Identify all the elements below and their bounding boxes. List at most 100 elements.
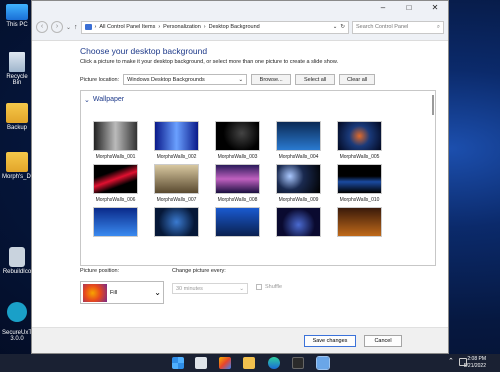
wallpaper-tile[interactable] <box>153 207 200 240</box>
desktop-icon-rebuild[interactable]: RebuildIco <box>2 247 32 275</box>
wallpaper-tile[interactable]: MorphsWalls_003 <box>214 121 261 160</box>
search-placeholder: Search Control Panel <box>356 24 409 30</box>
breadcrumb-chevron-icon: › <box>203 24 206 30</box>
cancel-button[interactable]: Cancel <box>364 335 402 347</box>
wallpaper-thumbnail <box>215 121 260 151</box>
maximize-button[interactable]: □ <box>396 1 422 15</box>
date: 5/21/2022 <box>463 363 486 369</box>
wallpaper-tile[interactable]: MorphsWalls_004 <box>275 121 322 160</box>
wallpaper-thumbnail <box>276 121 321 151</box>
wallpaper-thumbnail <box>93 121 138 151</box>
title-bar: – □ ✕ ‹ › ⌄ ↑ › All Control Panel Items … <box>32 1 448 41</box>
clear-all-button[interactable]: Clear all <box>339 74 376 85</box>
instruction-text: Click a picture to make it your desktop … <box>80 59 339 65</box>
wallpaper-tile[interactable] <box>336 207 383 240</box>
chevron-down-icon[interactable]: ⌄ <box>66 24 71 31</box>
wallpaper-thumbnail <box>215 164 260 194</box>
wallpaper-label: MorphsWalls_003 <box>217 154 258 160</box>
file-icon[interactable] <box>195 357 207 369</box>
wallpaper-tile[interactable]: MorphsWalls_010 <box>336 164 383 203</box>
desktop-icon-backup[interactable]: Backup <box>2 103 32 131</box>
change-interval-select[interactable]: 30 minutes ⌄ <box>172 283 248 294</box>
wallpaper-tile[interactable] <box>92 207 139 240</box>
chevron-down-icon: ⌄ <box>154 288 161 297</box>
breadcrumb-item[interactable]: Personalization <box>163 24 201 30</box>
breadcrumb-item[interactable]: Desktop Background <box>209 24 260 30</box>
wallpaper-tile[interactable] <box>214 207 261 240</box>
control-panel-icon[interactable] <box>316 356 330 370</box>
picture-location-row: Picture location: Windows Desktop Backgr… <box>80 74 376 85</box>
chevron-up-icon[interactable]: ⌃ <box>448 357 454 365</box>
desktop-icon-this-pc[interactable]: This PC <box>2 4 32 28</box>
wallpaper-thumbnail <box>337 121 382 151</box>
wallpaper-thumbnail <box>337 207 382 237</box>
wallpaper-thumbnail <box>154 164 199 194</box>
wallpaper-tile[interactable]: MorphsWalls_001 <box>92 121 139 160</box>
close-button[interactable]: ✕ <box>422 1 448 15</box>
page-title: Choose your desktop background <box>80 46 208 56</box>
breadcrumb-chevron-icon: › <box>94 24 97 30</box>
wallpaper-label: MorphsWalls_007 <box>156 197 197 203</box>
address-bar-row: ‹ › ⌄ ↑ › All Control Panel Items › Pers… <box>36 20 444 34</box>
wallpaper-tile[interactable] <box>275 207 322 240</box>
edge-icon[interactable] <box>268 357 280 369</box>
taskbar-clock[interactable]: 2:08 PM 5/21/2022 <box>464 356 486 370</box>
wallpaper-group-label: Wallpaper <box>92 96 125 103</box>
wallpaper-thumbnail <box>154 121 199 151</box>
minimize-button[interactable]: – <box>370 1 396 15</box>
wallpaper-tile[interactable]: MorphsWalls_005 <box>336 121 383 160</box>
back-arrow-icon[interactable]: ‹ <box>36 21 48 33</box>
desktop-icon-morphs-desktop[interactable]: Morph's_De <box>2 152 34 180</box>
wallpaper-grid: MorphsWalls_001 MorphsWalls_002 MorphsWa… <box>92 121 383 240</box>
forward-arrow-icon[interactable]: › <box>51 21 63 33</box>
desktop-icon-label: Recycle Bin <box>6 74 28 86</box>
browse-button[interactable]: Browse... <box>251 74 292 85</box>
save-changes-button[interactable]: Save changes <box>304 335 356 347</box>
start-icon[interactable] <box>172 357 184 369</box>
terminal-icon[interactable] <box>292 357 304 369</box>
shuffle-checkbox[interactable]: Shuffle <box>256 284 282 290</box>
wallpaper-thumbnail <box>93 164 138 194</box>
desktop-icon-secureux[interactable]: SecureUxTh 3.0.0 <box>2 296 35 342</box>
checkbox-box <box>256 284 262 290</box>
secureux-icon <box>7 302 27 322</box>
picture-position-select[interactable]: Fill ⌄ <box>80 281 164 304</box>
time: 2:08 PM <box>467 356 486 362</box>
refresh-icon[interactable]: ↻ <box>340 24 345 30</box>
desktop-icon-recycle-bin[interactable]: Recycle Bin <box>2 52 32 86</box>
address-bar[interactable]: › All Control Panel Items › Personalizat… <box>80 20 349 34</box>
folder-icon[interactable] <box>243 357 255 369</box>
dialog-footer: Save changes Cancel <box>32 327 448 353</box>
wallpaper-label: MorphsWalls_009 <box>278 197 319 203</box>
wallpaper-label: MorphsWalls_001 <box>95 154 136 160</box>
wallpaper-thumbnail <box>337 164 382 194</box>
change-interval-value: 30 minutes <box>176 285 203 292</box>
wallpaper-tile[interactable]: MorphsWalls_008 <box>214 164 261 203</box>
wallpaper-tile[interactable]: MorphsWalls_002 <box>153 121 200 160</box>
search-icon: ⌕ <box>436 23 440 30</box>
wallpaper-thumbnail <box>276 164 321 194</box>
search-input[interactable]: Search Control Panel ⌕ <box>352 20 444 34</box>
chevron-down-icon: ⌄ <box>239 285 244 292</box>
rebuild-icon <box>9 247 25 267</box>
chevron-down-icon: ⌄ <box>238 76 244 83</box>
control-panel-icon <box>84 24 92 30</box>
select-all-button[interactable]: Select all <box>295 74 336 85</box>
palette-icon[interactable] <box>219 357 231 369</box>
wallpaper-pane: ⌄ Wallpaper MorphsWalls_001 MorphsWalls_… <box>80 90 436 266</box>
wallpaper-label: MorphsWalls_004 <box>278 154 319 160</box>
wallpaper-tile[interactable]: MorphsWalls_009 <box>275 164 322 203</box>
scrollbar-thumb[interactable] <box>432 95 434 115</box>
up-arrow-icon[interactable]: ↑ <box>74 24 78 31</box>
picture-location-label: Picture location: <box>80 76 120 83</box>
wallpaper-tile[interactable]: MorphsWalls_007 <box>153 164 200 203</box>
chevron-down-icon[interactable]: ⌄ <box>333 24 338 30</box>
breadcrumb-chevron-icon: › <box>158 24 161 30</box>
picture-location-select[interactable]: Windows Desktop Backgrounds ⌄ <box>123 74 248 85</box>
wallpaper-group-header[interactable]: ⌄ Wallpaper <box>84 96 124 104</box>
monitor-icon <box>6 4 28 20</box>
wallpaper-label: MorphsWalls_002 <box>156 154 197 160</box>
breadcrumb-item[interactable]: All Control Panel Items <box>99 24 155 30</box>
wallpaper-tile[interactable]: MorphsWalls_006 <box>92 164 139 203</box>
folder-icon <box>6 152 28 172</box>
